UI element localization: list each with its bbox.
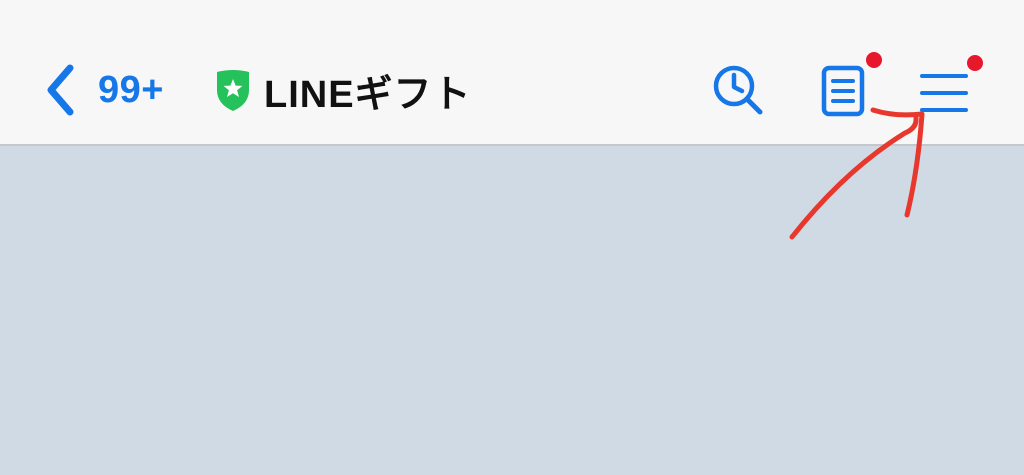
chat-title-group[interactable]: LINEギフト — [214, 64, 472, 116]
line-chat-screen: 99+ LINEギフト — [0, 0, 1024, 475]
notes-button[interactable] — [818, 64, 868, 118]
shield-star-icon — [217, 70, 249, 111]
chevron-left-icon — [47, 64, 74, 116]
search-button[interactable] — [712, 64, 766, 116]
notes-icon — [821, 65, 865, 117]
clock-search-icon — [713, 65, 763, 115]
notes-new-badge — [866, 52, 882, 68]
hamburger-menu-icon — [920, 74, 968, 112]
unread-count: 99+ — [98, 68, 164, 111]
chat-title: LINEギフト — [264, 73, 472, 116]
chat-message-area[interactable] — [0, 146, 1024, 475]
chat-header: 99+ LINEギフト — [0, 0, 1024, 146]
menu-button[interactable] — [918, 68, 970, 116]
menu-new-badge — [967, 55, 983, 71]
back-button[interactable]: 99+ — [44, 60, 164, 120]
